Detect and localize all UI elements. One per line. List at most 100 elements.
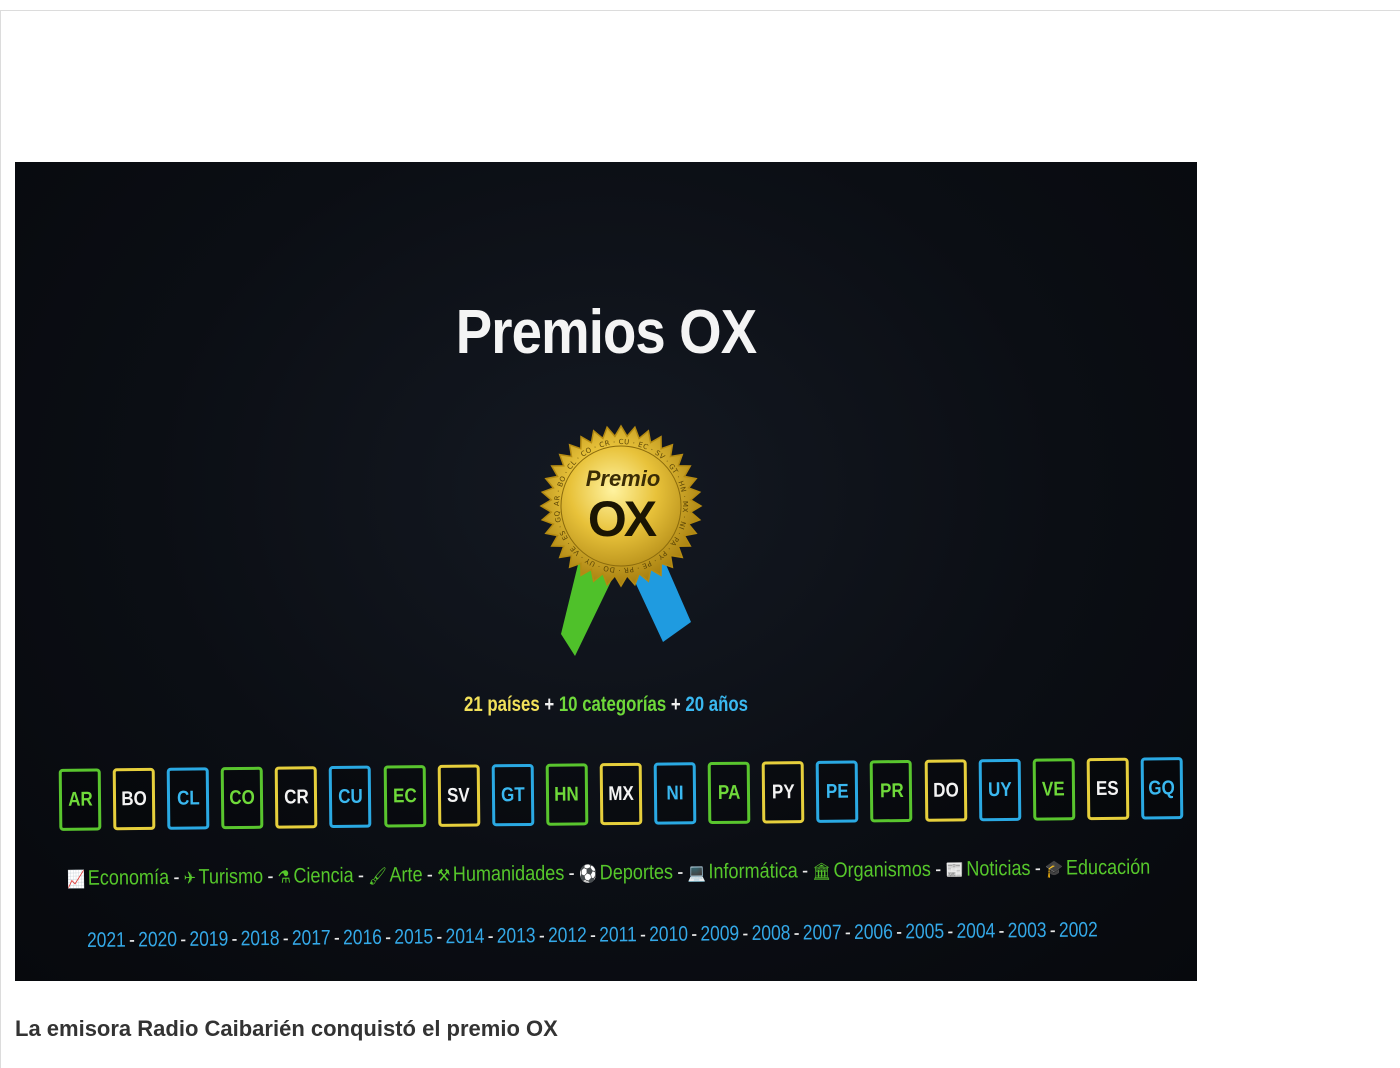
country-codes-row: AR BO CL CO CR CU EC SV GT HN MX NI PA PY PE PR DO UY VE ES… xyxy=(58,751,1184,837)
country-code-cl: CL xyxy=(166,767,210,830)
separator: - xyxy=(677,860,684,884)
separator: - xyxy=(173,865,180,889)
country-code-mx: MX xyxy=(599,762,643,826)
newspaper-icon: 📰 xyxy=(945,860,964,880)
country-code-label: MX xyxy=(608,782,634,805)
separator: - xyxy=(333,926,340,950)
year-label: 2016 xyxy=(342,925,383,950)
seal-main-text: OX xyxy=(588,491,657,547)
country-code-es: ES xyxy=(1086,757,1130,821)
year-label: 2012 xyxy=(547,923,587,948)
category-label: Humanidades xyxy=(452,861,565,886)
year-label: 2008 xyxy=(751,921,791,946)
separator: - xyxy=(128,928,136,952)
year-label: 2018 xyxy=(240,926,280,951)
country-code-label: GQ xyxy=(1148,776,1176,799)
separator: - xyxy=(742,922,749,946)
country-code-ar: AR xyxy=(58,768,102,831)
separator: - xyxy=(691,922,698,946)
category-label: Educación xyxy=(1065,855,1151,880)
country-code-ec: EC xyxy=(383,765,426,828)
years-row: 2021-2020-2019-2018-2017-2016-2015-2014-… xyxy=(87,918,1098,953)
laptop-icon: 💻 xyxy=(687,863,706,883)
country-code-label: EC xyxy=(392,784,417,807)
country-code-uy: UY xyxy=(978,758,1021,822)
year-label: 2002 xyxy=(1058,918,1098,942)
country-code-label: CR xyxy=(283,785,309,809)
country-code-label: CU xyxy=(338,785,363,808)
separator: - xyxy=(568,861,575,885)
country-code-label: PE xyxy=(825,780,849,803)
graduation-cap-icon: 🎓 xyxy=(1045,859,1064,879)
country-code-label: VE xyxy=(1042,777,1066,801)
country-code-hn: HN xyxy=(545,763,589,826)
country-code-ni: NI xyxy=(653,762,697,825)
separator: - xyxy=(538,924,545,948)
building-icon: 🏛 xyxy=(812,862,832,882)
category-label: Noticias xyxy=(966,856,1031,881)
brush-icon: 🖌 xyxy=(368,866,387,886)
country-code-pr: PR xyxy=(870,759,913,823)
separator: - xyxy=(793,921,800,945)
year-label: 2009 xyxy=(700,922,740,946)
separator: - xyxy=(896,920,903,944)
country-code-label: NI xyxy=(666,781,684,805)
country-code-label: CO xyxy=(229,786,256,809)
category-label: Arte xyxy=(389,863,423,887)
country-code-py: PY xyxy=(761,761,805,824)
separator: - xyxy=(947,919,954,943)
country-code-label: GT xyxy=(500,783,525,806)
category-label: Organismos xyxy=(833,857,931,882)
country-code-label: ES xyxy=(1096,777,1120,800)
article-photo[interactable]: Premios OX AR · BO · CL · CO · CR · CU ·… xyxy=(15,162,1197,981)
category-label: Turismo xyxy=(198,864,264,889)
category-label: Deportes xyxy=(599,860,674,885)
year-label: 2014 xyxy=(445,924,485,949)
gavel-icon: ⚒ xyxy=(437,865,451,886)
country-code-gt: GT xyxy=(491,763,535,827)
country-code-cr: CR xyxy=(275,766,318,829)
separator: - xyxy=(844,921,851,945)
country-code-cu: CU xyxy=(329,765,372,829)
separator: - xyxy=(998,919,1005,943)
chart-icon: 📈 xyxy=(66,869,86,889)
article-card: Premios OX AR · BO · CL · CO · CR · CU ·… xyxy=(0,10,1400,1068)
year-label: 2004 xyxy=(956,919,996,943)
year-label: 2007 xyxy=(802,921,842,945)
country-code-label: HN xyxy=(554,782,580,806)
photo-title: Premios OX xyxy=(455,298,757,367)
flask-icon: ⚗ xyxy=(277,867,291,887)
country-code-label: DO xyxy=(932,778,959,802)
category-label: Informática xyxy=(708,859,798,884)
country-code-gq: GQ xyxy=(1140,757,1184,820)
country-code-ve: VE xyxy=(1032,758,1075,821)
country-code-bo: BO xyxy=(112,767,156,831)
separator: - xyxy=(1034,856,1041,880)
country-code-label: PY xyxy=(771,780,795,803)
country-code-label: UY xyxy=(987,778,1012,801)
country-code-pe: PE xyxy=(815,760,859,823)
tagline-years: 20 años xyxy=(685,693,748,716)
separator: - xyxy=(231,927,238,951)
year-label: 2013 xyxy=(496,924,536,948)
year-label: 2020 xyxy=(138,928,178,952)
year-label: 2011 xyxy=(599,923,637,947)
separator: - xyxy=(180,927,187,952)
country-code-label: PA xyxy=(717,781,741,804)
tagline-countries: 21 países xyxy=(464,693,540,716)
categories-row: 📈 Economía - ✈ Turismo - ⚗ Ciencia - 🖌 Arte - ⚒ Human… xyxy=(66,856,1150,891)
separator: - xyxy=(385,925,392,949)
separator: - xyxy=(639,923,646,947)
category-label: Ciencia xyxy=(293,863,354,888)
tagline-categories: 10 categorías xyxy=(558,693,667,716)
tagline: 21 países + 10 categorías + 20 años xyxy=(133,693,1079,717)
year-label: 2006 xyxy=(853,920,893,944)
separator: - xyxy=(1049,918,1056,942)
separator: - xyxy=(935,857,942,881)
category-label: Economía xyxy=(87,865,170,890)
year-label: 2003 xyxy=(1007,918,1047,943)
plane-icon: ✈ xyxy=(183,868,197,888)
separator: - xyxy=(267,864,274,888)
year-label: 2021 xyxy=(86,928,126,952)
country-code-do: DO xyxy=(924,759,967,822)
